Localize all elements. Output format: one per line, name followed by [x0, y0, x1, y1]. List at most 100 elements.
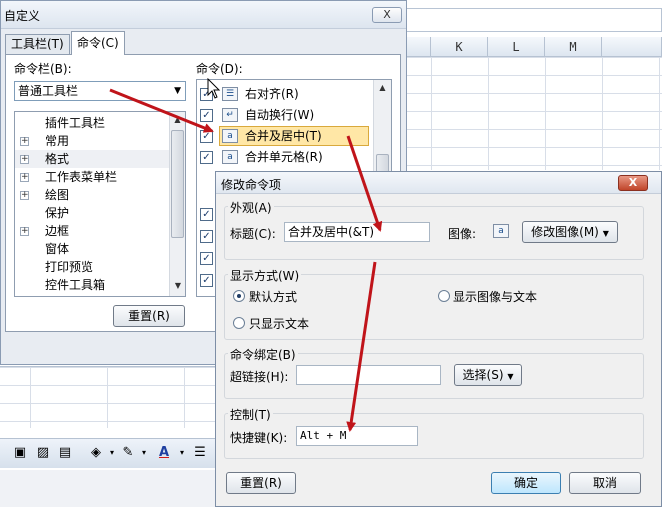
close-icon: X — [383, 8, 391, 21]
font-color-icon[interactable]: A — [156, 445, 172, 461]
scroll-up-icon[interactable]: ▲ — [374, 80, 391, 96]
fill-color-icon[interactable]: ◈ — [88, 445, 104, 461]
command-item[interactable]: ✓ a 合并及居中(T) — [197, 126, 373, 147]
toolbar-select-value: 普通工具栏 — [18, 84, 79, 98]
list-item-label: 绘图 — [45, 188, 70, 202]
appearance-title: 外观(A) — [228, 199, 274, 216]
display-image-text-label[interactable]: 显示图像与文本 — [453, 288, 537, 305]
tab-commands[interactable]: 命令(C) — [71, 31, 125, 55]
fill-color-dropdown-icon[interactable]: ▾ — [104, 445, 120, 461]
align-icon[interactable]: ☰ — [192, 445, 208, 461]
expand-icon[interactable]: + — [20, 155, 29, 164]
customize-reset-button[interactable]: 重置(R) — [113, 305, 185, 327]
command-item[interactable]: ✓ a 合并单元格(R) — [197, 147, 373, 168]
command-checkbox[interactable]: ✓ — [200, 252, 213, 265]
display-default-label[interactable]: 默认方式 — [249, 288, 297, 305]
list-item-label: 控件预览 — [45, 294, 93, 296]
image-label: 图像: — [448, 227, 477, 241]
cancel-button[interactable]: 取消 — [569, 472, 641, 494]
hyperlink-input[interactable] — [296, 365, 441, 385]
modify-title: 修改命令项 — [221, 178, 282, 192]
expand-icon[interactable]: + — [20, 227, 29, 236]
command-checkbox[interactable]: ✓ — [200, 151, 213, 164]
align-right-icon: ☰ — [222, 87, 238, 101]
expand-icon[interactable]: + — [20, 137, 29, 146]
modify-command-dialog: 修改命令项 X 外观(A) 标题(C): 合并及居中(&T) 图像: a 修改图… — [215, 171, 662, 507]
formula-bar[interactable] — [405, 8, 662, 32]
command-item[interactable]: ✓ ☰ 右对齐(R) — [197, 84, 373, 105]
command-label: 自动换行(W) — [245, 108, 315, 122]
shortcut-label: 快捷键(K): — [230, 431, 288, 445]
column-header-m[interactable]: M — [545, 37, 602, 57]
modify-close-button[interactable]: X — [618, 175, 648, 191]
shortcut-input[interactable]: Alt + M — [296, 426, 418, 446]
modify-image-button[interactable]: 修改图像(M) ▼ — [522, 221, 618, 243]
toolbar-list-scrollbar[interactable]: ▲ ▼ — [169, 112, 185, 296]
list-item[interactable]: 控件工具箱 — [15, 276, 169, 294]
list-item[interactable]: 窗体 — [15, 240, 169, 258]
expand-icon[interactable]: + — [20, 191, 29, 200]
chevron-down-icon: ▼ — [174, 86, 181, 96]
line-color-icon[interactable]: ✎ — [120, 445, 136, 461]
merge-center-icon: a — [493, 224, 509, 238]
caption-input[interactable]: 合并及居中(&T) — [284, 222, 430, 242]
column-header-next — [602, 37, 662, 57]
toolbar-list[interactable]: 插件工具栏 + 常用 + 格式 + 工作表菜单栏 + 绘图保护 + 边框窗体打印预览控件工具箱控件预… — [14, 111, 186, 297]
select-button[interactable]: 选择(S) ▼ — [454, 364, 522, 386]
chevron-down-icon: ▼ — [602, 229, 609, 238]
command-checkbox[interactable]: ✓ — [200, 230, 213, 243]
toolbar-select[interactable]: 普通工具栏 ▼ — [14, 81, 186, 101]
modify-title-bar[interactable]: 修改命令项 X — [216, 172, 661, 194]
scroll-up-icon[interactable]: ▲ — [170, 112, 185, 128]
customize-title-bar[interactable]: 自定义 X — [1, 1, 406, 29]
column-header-l[interactable]: L — [488, 37, 545, 57]
merge-center-icon: a — [222, 129, 238, 143]
list-item[interactable]: 保护 — [15, 204, 169, 222]
line-color-dropdown-icon[interactable]: ▾ — [136, 445, 152, 461]
tab-toolbars[interactable]: 工具栏(T) — [5, 34, 70, 54]
list-item[interactable]: 打印预览 — [15, 258, 169, 276]
display-image-text-radio[interactable] — [438, 290, 450, 302]
command-item[interactable]: ✓ ↵ 自动换行(W) — [197, 105, 373, 126]
modify-reset-button[interactable]: 重置(R) — [226, 472, 296, 494]
ok-button[interactable]: 确定 — [491, 472, 561, 494]
control-title: 控制(T) — [228, 406, 273, 423]
expand-icon[interactable]: + — [20, 173, 29, 182]
customize-title: 自定义 — [4, 9, 41, 23]
list-item-label: 格式 — [45, 152, 70, 166]
command-checkbox[interactable]: ✓ — [200, 109, 213, 122]
wrap-text-icon: ↵ — [222, 108, 238, 122]
folder-icon[interactable]: ▤ — [57, 445, 73, 461]
mouse-cursor-icon — [207, 78, 221, 99]
command-label: 合并单元格(R) — [245, 150, 323, 164]
customize-close-button[interactable]: X — [372, 7, 402, 23]
list-item[interactable]: 插件工具栏 — [15, 114, 169, 132]
command-checkbox[interactable]: ✓ — [200, 208, 213, 221]
scroll-down-icon[interactable]: ▼ — [170, 278, 185, 294]
list-item-label: 边框 — [45, 224, 70, 238]
display-text-only-label[interactable]: 只显示文本 — [249, 315, 309, 332]
binding-title: 命令绑定(B) — [228, 346, 298, 363]
display-text-only-radio[interactable] — [233, 317, 245, 329]
font-color-dropdown-icon[interactable]: ▾ — [174, 445, 190, 461]
list-item[interactable]: + 常用 — [15, 132, 169, 150]
image-icon[interactable]: ▨ — [35, 445, 51, 461]
command-checkbox[interactable]: ✓ — [200, 130, 213, 143]
list-item-label: 打印预览 — [45, 260, 94, 274]
scroll-thumb[interactable] — [171, 130, 184, 238]
command-checkbox[interactable]: ✓ — [200, 274, 213, 287]
column-header-k[interactable]: K — [431, 37, 488, 57]
list-item[interactable]: + 格式 — [15, 150, 169, 168]
cell-grid[interactable] — [405, 57, 662, 170]
cell-grid-lower[interactable] — [0, 366, 215, 428]
commands-label: 命令(D): — [196, 62, 243, 76]
list-item[interactable]: 控件预览 — [15, 294, 169, 296]
list-item[interactable]: + 边框 — [15, 222, 169, 240]
list-item-label: 常用 — [45, 134, 70, 148]
list-item[interactable]: + 绘图 — [15, 186, 169, 204]
picture-icon[interactable]: ▣ — [12, 445, 28, 461]
display-default-radio[interactable] — [233, 290, 245, 302]
status-bar — [0, 470, 215, 507]
list-item-label: 控件工具箱 — [45, 278, 106, 292]
list-item[interactable]: + 工作表菜单栏 — [15, 168, 169, 186]
